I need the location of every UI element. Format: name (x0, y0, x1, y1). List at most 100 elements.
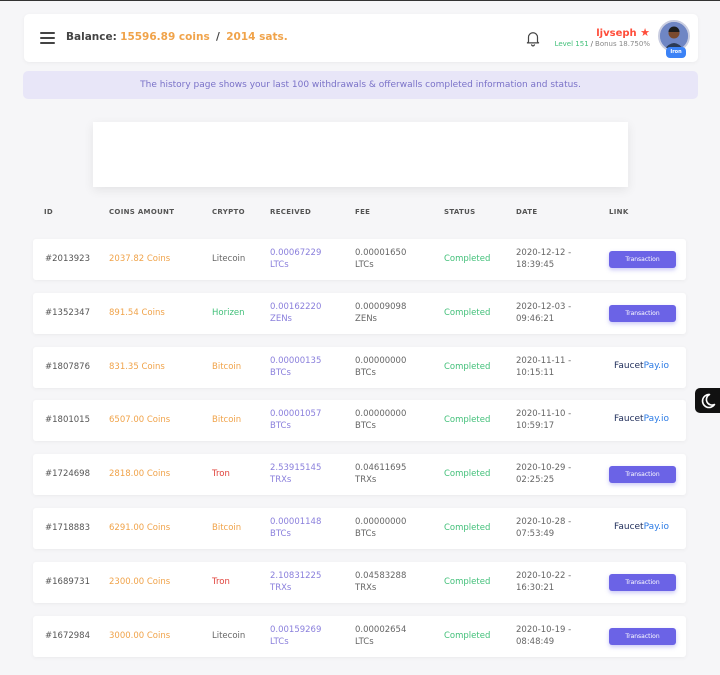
received-value: 0.00159269 (270, 625, 322, 635)
header-id: ID (44, 208, 54, 216)
row-fee: 0.00002654 LTCs (355, 624, 406, 648)
row-fee: 0.04583288 TRXs (355, 570, 406, 594)
row-id: #1801015 (45, 415, 90, 425)
fee-unit: LTCs (355, 260, 374, 270)
row-coins-amount: 6507.00 Coins (109, 415, 171, 425)
transaction-button[interactable]: Transaction (609, 466, 676, 483)
bell-icon[interactable] (524, 29, 542, 47)
row-status: Completed (444, 523, 491, 533)
row-id: #1724698 (45, 469, 90, 479)
ad-placeholder (93, 122, 628, 187)
header-received: RECEIVED (270, 208, 312, 216)
fee-value: 0.04611695 (355, 463, 407, 473)
date-value: 2020-10-22 - (516, 571, 572, 581)
date-value: 2020-11-11 - (516, 356, 572, 366)
user-avatar-icon (660, 22, 688, 50)
theme-toggle-button[interactable] (695, 388, 720, 413)
row-status: Completed (444, 308, 491, 318)
username: ljvseph (596, 28, 637, 39)
fee-value: 0.00002654 (355, 625, 407, 635)
hamburger-menu-icon[interactable] (40, 32, 55, 44)
row-coins-amount: 831.35 Coins (109, 362, 165, 372)
star-icon: ★ (640, 26, 650, 39)
faucetpay-link[interactable]: FaucetPay.io (614, 522, 669, 532)
table-row: #1672984 3000.00 Coins Litecoin 0.001592… (33, 616, 686, 657)
fee-value: 0.00001650 (355, 248, 407, 258)
username-display[interactable]: ljvseph ★ (596, 26, 650, 39)
date-value: 2020-10-19 - (516, 625, 572, 635)
row-fee: 0.00009098 ZENs (355, 301, 406, 325)
table-row: #1718883 6291.00 Coins Bitcoin 0.0000114… (33, 508, 686, 549)
row-crypto: Bitcoin (212, 415, 242, 425)
received-value: 2.10831225 (270, 571, 322, 581)
fee-unit: TRXs (355, 583, 377, 593)
received-unit: BTCs (270, 421, 291, 431)
fee-value: 0.04583288 (355, 571, 407, 581)
time-value: 16:30:21 (516, 583, 555, 593)
row-received: 0.00162220 ZENs (270, 301, 321, 325)
moon-icon (701, 393, 716, 409)
balance-display: Balance: 15596.89 coins / 2014 sats. (66, 31, 288, 43)
time-value: 08:48:49 (516, 637, 555, 647)
row-crypto: Tron (212, 469, 230, 479)
row-coins-amount: 2037.82 Coins (109, 254, 171, 264)
received-unit: BTCs (270, 529, 291, 539)
row-date: 2020-11-11 - 10:15:11 (516, 355, 571, 379)
received-unit: LTCs (270, 637, 289, 647)
row-received: 2.53915145 TRXs (270, 462, 321, 486)
faucetpay-link[interactable]: FaucetPay.io (614, 414, 669, 424)
time-value: 10:59:17 (516, 421, 555, 431)
row-status: Completed (444, 469, 491, 479)
row-received: 0.00159269 LTCs (270, 624, 321, 648)
user-meta: Level 151/Bonus 18.750% (554, 40, 650, 48)
transaction-button[interactable]: Transaction (609, 251, 676, 268)
header-coins-amount: COINS AMOUNT (109, 208, 175, 216)
row-crypto: Litecoin (212, 254, 246, 264)
top-bar: Balance: 15596.89 coins / 2014 sats. ljv… (24, 14, 698, 62)
balance-coins: 15596.89 coins (120, 31, 210, 43)
user-level: Level 151 (554, 40, 589, 48)
row-status: Completed (444, 631, 491, 641)
fee-unit: BTCs (355, 529, 376, 539)
transaction-button[interactable]: Transaction (609, 305, 676, 322)
transaction-button[interactable]: Transaction (609, 628, 676, 645)
received-unit: BTCs (270, 368, 291, 378)
faucetpay-link-part1: Faucet (614, 522, 644, 532)
date-value: 2020-12-12 - (516, 248, 572, 258)
header-crypto: CRYPTO (212, 208, 245, 216)
date-value: 2020-10-29 - (516, 463, 572, 473)
balance-label: Balance: (66, 31, 117, 43)
transaction-button[interactable]: Transaction (609, 574, 676, 591)
received-value: 0.00067229 (270, 248, 322, 258)
time-value: 10:15:11 (516, 368, 555, 378)
row-id: #1672984 (45, 631, 90, 641)
fee-unit: TRXs (355, 475, 377, 485)
table-row: #1352347 891.54 Coins Horizen 0.00162220… (33, 293, 686, 334)
date-value: 2020-12-03 - (516, 302, 572, 312)
table-row: #1801015 6507.00 Coins Bitcoin 0.0000105… (33, 400, 686, 441)
row-id: #1689731 (45, 577, 90, 587)
date-value: 2020-11-10 - (516, 409, 572, 419)
fee-value: 0.00000000 (355, 356, 407, 366)
fee-unit: ZENs (355, 314, 377, 324)
row-id: #1718883 (45, 523, 90, 533)
row-fee: 0.00000000 BTCs (355, 516, 406, 540)
table-row: #1724698 2818.00 Coins Tron 2.53915145 TR… (33, 454, 686, 495)
user-bonus: Bonus 18.750% (595, 40, 650, 48)
row-date: 2020-10-28 - 07:53:49 (516, 516, 571, 540)
faucetpay-link-part2: Pay.io (643, 522, 670, 532)
faucetpay-link-part2: Pay.io (643, 361, 670, 371)
faucetpay-link-part1: Faucet (614, 361, 644, 371)
row-received: 0.00000135 BTCs (270, 355, 321, 379)
received-unit: TRXs (270, 583, 292, 593)
row-crypto: Bitcoin (212, 523, 242, 533)
row-coins-amount: 2818.00 Coins (109, 469, 171, 479)
received-value: 0.00162220 (270, 302, 322, 312)
fee-unit: BTCs (355, 421, 376, 431)
fee-unit: BTCs (355, 368, 376, 378)
time-value: 02:25:25 (516, 475, 555, 485)
balance-separator: / (216, 31, 220, 43)
faucetpay-link[interactable]: FaucetPay.io (614, 361, 669, 371)
faucetpay-link-part1: Faucet (614, 414, 644, 424)
row-date: 2020-11-10 - 10:59:17 (516, 408, 571, 432)
